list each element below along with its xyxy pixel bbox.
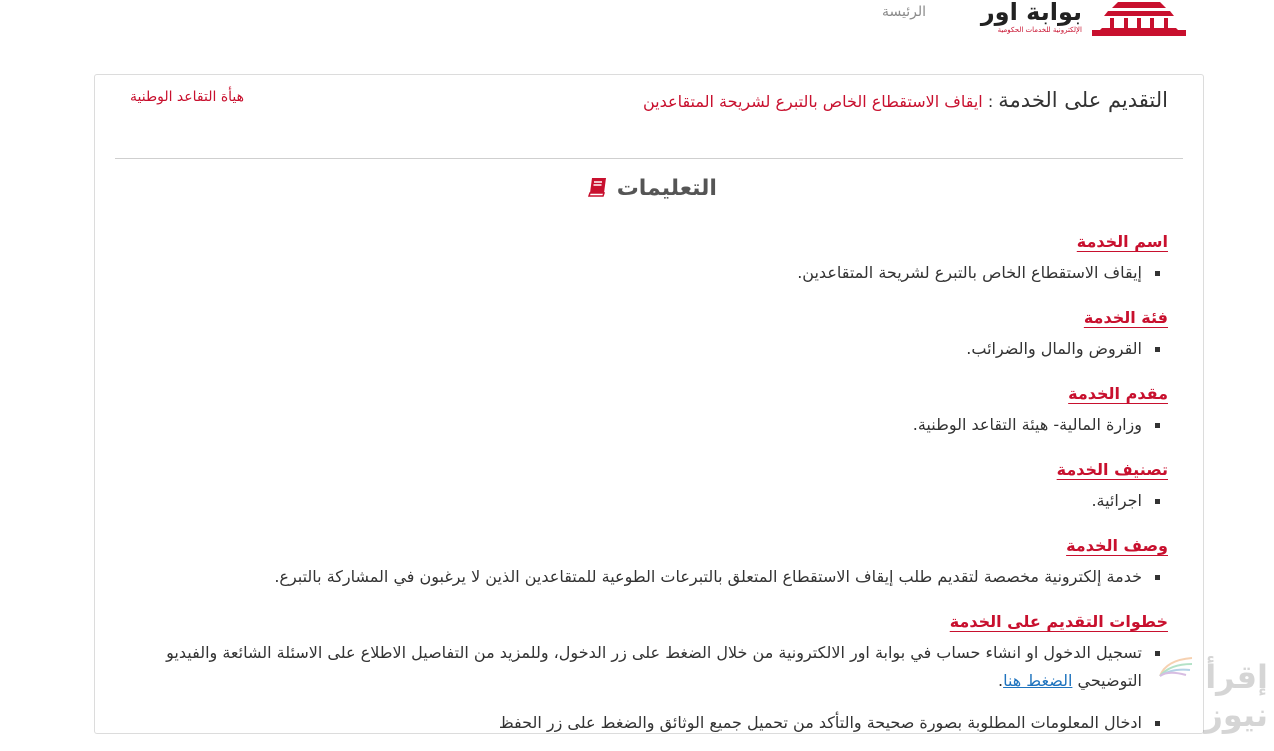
section-heading: مقدم الخدمة xyxy=(1068,384,1168,403)
panel-header: التقديم على الخدمة : ايقاف الاستقطاع الخ… xyxy=(638,85,1168,117)
section-service-provider: مقدم الخدمة وزارة المالية- هيئة التقاعد … xyxy=(148,377,1168,439)
section-list: القروض والمال والضرائب. xyxy=(148,335,1168,363)
instructions-title-text: التعليمات xyxy=(616,176,717,201)
list-item: اجرائية. xyxy=(148,487,1160,515)
section-list: اجرائية. xyxy=(148,487,1168,515)
logo-subtitle: الإلكترونية للخدمات الحكومية xyxy=(997,26,1082,34)
section-service-category: فئة الخدمة القروض والمال والضرائب. xyxy=(148,301,1168,363)
apply-label: التقديم على الخدمة xyxy=(998,88,1168,112)
step-text: تسجيل الدخول او انشاء حساب في بوابة اور … xyxy=(166,643,1142,690)
list-item: تسجيل الدخول او انشاء حساب في بوابة اور … xyxy=(148,639,1160,695)
section-service-classification: تصنيف الخدمة اجرائية. xyxy=(148,453,1168,515)
site-logo[interactable]: بوابة اور الإلكترونية للخدمات الحكومية xyxy=(970,0,1188,42)
section-heading: خطوات التقديم على الخدمة xyxy=(949,612,1168,631)
section-list: خدمة إلكترونية مخصصة لتقديم طلب إيقاف ال… xyxy=(148,563,1168,591)
section-apply-steps: خطوات التقديم على الخدمة تسجيل الدخول او… xyxy=(148,605,1168,737)
top-bar: بوابة اور الإلكترونية للخدمات الحكومية ا… xyxy=(0,0,1274,50)
list-item: القروض والمال والضرائب. xyxy=(148,335,1160,363)
section-heading: تصنيف الخدمة xyxy=(1056,460,1168,479)
header-colon: : xyxy=(987,92,994,111)
feather-fan-icon xyxy=(1159,657,1193,677)
section-heading: اسم الخدمة xyxy=(1076,232,1168,251)
watermark: إقرأ نيوز xyxy=(1156,656,1268,734)
section-heading: فئة الخدمة xyxy=(1083,308,1168,327)
service-panel: التقديم على الخدمة : ايقاف الاستقطاع الخ… xyxy=(94,74,1204,734)
service-title: ايقاف الاستقطاع الخاص بالتبرع لشريحة الم… xyxy=(643,92,983,111)
section-list: إيقاف الاستقطاع الخاص بالتبرع لشريحة الم… xyxy=(148,259,1168,287)
list-item: وزارة المالية- هيئة التقاعد الوطنية. xyxy=(148,411,1160,439)
section-heading: وصف الخدمة xyxy=(1066,536,1168,555)
list-item: خدمة إلكترونية مخصصة لتقديم طلب إيقاف ال… xyxy=(148,563,1160,591)
section-list: وزارة المالية- هيئة التقاعد الوطنية. xyxy=(148,411,1168,439)
steps-list: تسجيل الدخول او انشاء حساب في بوابة اور … xyxy=(148,639,1168,737)
click-here-link[interactable]: الضغط هنا xyxy=(1003,671,1072,690)
logo-title: بوابة اور xyxy=(980,0,1083,26)
authority-link[interactable]: هيأة التقاعد الوطنية xyxy=(130,89,244,105)
home-link[interactable]: الرئيسة xyxy=(882,4,926,20)
section-service-description: وصف الخدمة خدمة إلكترونية مخصصة لتقديم ط… xyxy=(148,529,1168,591)
header-divider xyxy=(115,158,1183,159)
building-columns-icon xyxy=(1092,2,1186,36)
list-item: ادخال المعلومات المطلوبة بصورة صحيحة وال… xyxy=(148,709,1160,737)
list-item: إيقاف الاستقطاع الخاص بالتبرع لشريحة الم… xyxy=(148,259,1160,287)
instructions-title: التعليمات xyxy=(95,176,1203,201)
section-service-name: اسم الخدمة إيقاف الاستقطاع الخاص بالتبرع… xyxy=(148,225,1168,287)
instructions-content: اسم الخدمة إيقاف الاستقطاع الخاص بالتبرع… xyxy=(148,225,1168,751)
book-icon xyxy=(587,178,607,197)
logo-text: بوابة اور الإلكترونية للخدمات الحكومية xyxy=(980,0,1083,34)
